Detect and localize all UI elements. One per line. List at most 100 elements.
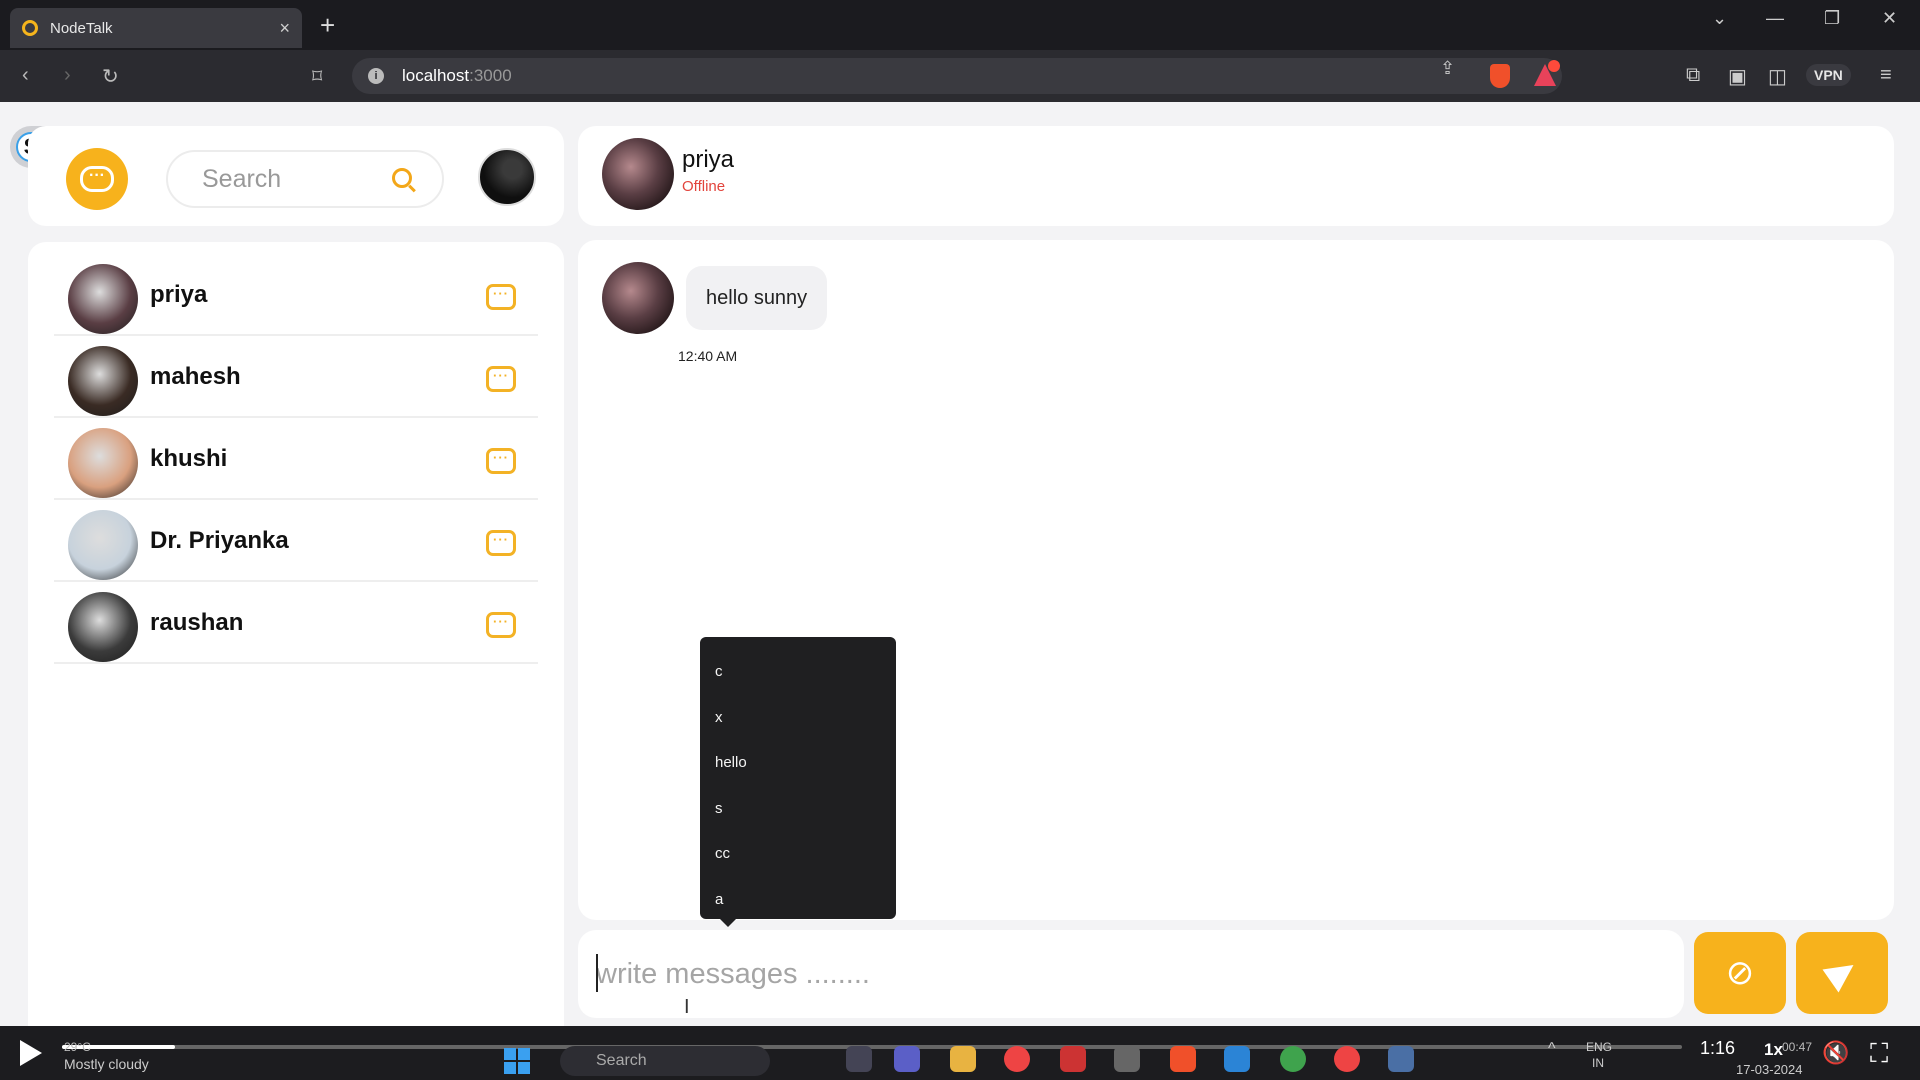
contact-list: priya ··· mahesh ··· khushi ··· Dr. Priyanka ··… (28, 242, 564, 1030)
bookmark-icon[interactable]: ⌑ (312, 64, 322, 89)
camera-icon[interactable] (1388, 1046, 1414, 1072)
chat-name: priya (682, 146, 735, 173)
menu-icon[interactable]: ≡ (1880, 64, 1892, 87)
brave-shield-icon[interactable] (1490, 64, 1510, 88)
video-player-bar: 29°C Mostly cloudy Search ^ ENG IN 1:16 … (0, 1026, 1920, 1080)
app-green-icon[interactable] (1280, 1046, 1306, 1072)
search-box (166, 150, 444, 208)
mute-icon[interactable]: 🔇 (1822, 1040, 1849, 1066)
share-icon[interactable]: ⇪ (1440, 58, 1455, 79)
url-port: :3000 (469, 66, 512, 85)
contact-name: khushi (150, 445, 228, 472)
taskbar-search[interactable]: Search (560, 1046, 770, 1076)
app-root: S ··· priya···mahesh···khushi···Dr. Priy… (0, 102, 1920, 1030)
weather-temp: 29°C (64, 1040, 91, 1054)
chat-icon[interactable]: ··· (486, 284, 516, 310)
sidebar-header: ··· (28, 126, 564, 226)
windows-start-icon[interactable] (504, 1048, 530, 1074)
chat-icon[interactable]: ··· (486, 530, 516, 556)
minimize-button[interactable]: — (1766, 8, 1784, 29)
contact-item[interactable]: priya ··· (54, 256, 538, 336)
browser-toolbar: ‹ › ↻ ⌑ i localhost :3000 ⇪ ⧉ ▣ ◫ VPN ≡ (0, 50, 1920, 102)
browser-tab[interactable]: NodeTalk × (10, 8, 302, 48)
teams-icon[interactable] (894, 1046, 920, 1072)
taskview-icon[interactable] (846, 1046, 872, 1072)
contact-name: raushan (150, 609, 244, 636)
search-input[interactable] (202, 164, 362, 194)
vscode-icon[interactable] (1224, 1046, 1250, 1072)
message-bubble: hello sunny (686, 266, 828, 330)
address-bar[interactable]: i localhost :3000 (352, 58, 1562, 94)
text-cursor-icon: I (684, 996, 690, 1018)
message-avatar (602, 262, 674, 334)
reload-icon[interactable]: ↻ (102, 64, 119, 89)
profile-avatar[interactable] (478, 148, 536, 206)
message-time: 12:40 AM (678, 348, 738, 364)
chat-avatar[interactable] (602, 138, 674, 210)
clock-time: 00:47 (1782, 1040, 1813, 1054)
extensions-icon[interactable]: ⧉ (1686, 64, 1700, 87)
autocomplete-item[interactable]: x (700, 695, 896, 741)
weather-text: Mostly cloudy (64, 1056, 149, 1072)
close-tab-icon[interactable]: × (279, 18, 290, 39)
vpn-button[interactable]: VPN (1806, 64, 1851, 86)
search-icon[interactable] (392, 168, 412, 188)
autocomplete-item[interactable]: s (700, 786, 896, 832)
back-icon[interactable]: ‹ (22, 64, 29, 87)
fullscreen-icon[interactable]: ⛶ (1870, 1038, 1888, 1070)
play-icon[interactable] (20, 1040, 42, 1066)
brave-icon[interactable] (1170, 1046, 1196, 1072)
tab-search-icon[interactable]: ⌄ (1712, 8, 1727, 29)
browser-tabbar: NodeTalk × + ⌄ — ❐ ✕ (0, 0, 1920, 50)
composer (578, 930, 1684, 1018)
sidebar-icon[interactable]: ▣ (1728, 64, 1747, 89)
tray-chevron-icon[interactable]: ^ (1548, 1040, 1556, 1058)
favicon-icon (22, 20, 38, 36)
contact-avatar (68, 592, 138, 662)
chrome-icon[interactable] (1004, 1046, 1030, 1072)
autocomplete-item[interactable]: a (700, 877, 896, 923)
wallet-icon[interactable]: ◫ (1768, 64, 1787, 89)
chat-icon[interactable]: ··· (486, 612, 516, 638)
notification-badge (1548, 60, 1560, 72)
send-button[interactable] (1796, 932, 1888, 1014)
autocomplete-dropdown: c x hello s cc a (700, 637, 896, 927)
playback-speed[interactable]: 1x (1764, 1040, 1783, 1060)
contact-name: priya (150, 281, 208, 308)
url-host: localhost (402, 66, 470, 85)
language-top[interactable]: ENG (1586, 1040, 1612, 1054)
autocomplete-item[interactable]: hello (700, 740, 896, 786)
tab-title: NodeTalk (50, 19, 113, 37)
paperclip-icon: ⊘ (1725, 954, 1755, 992)
chrome2-icon[interactable] (1334, 1046, 1360, 1072)
contact-item[interactable]: mahesh ··· (54, 338, 538, 418)
text-caret (596, 954, 598, 992)
chat-icon[interactable]: ··· (486, 366, 516, 392)
store-icon[interactable] (1114, 1046, 1140, 1072)
new-tab-button[interactable]: + (320, 10, 335, 41)
chat-bubble-icon: ··· (80, 166, 114, 192)
app-icon[interactable] (1060, 1046, 1086, 1072)
restore-button[interactable]: ❐ (1824, 8, 1840, 29)
close-window-button[interactable]: ✕ (1882, 8, 1897, 29)
chat-icon[interactable]: ··· (486, 448, 516, 474)
folder-icon[interactable] (950, 1046, 976, 1072)
app-logo[interactable]: ··· (66, 148, 128, 210)
progress-bar[interactable] (62, 1045, 1682, 1049)
video-time: 1:16 (1700, 1038, 1736, 1058)
contact-item[interactable]: raushan ··· (54, 584, 538, 664)
autocomplete-item[interactable]: c (700, 649, 896, 695)
message-input[interactable] (596, 952, 1656, 996)
contact-item[interactable]: khushi ··· (54, 420, 538, 500)
contact-item[interactable]: Dr. Priyanka ··· (54, 502, 538, 582)
forward-icon[interactable]: › (64, 64, 71, 87)
autocomplete-item[interactable]: cc (700, 831, 896, 877)
send-icon (1822, 953, 1862, 993)
chat-status: Offline (682, 178, 726, 195)
contact-name: Dr. Priyanka (150, 527, 289, 554)
chat-header: priya Offline (578, 126, 1894, 226)
dropdown-pointer (720, 919, 736, 927)
attach-button[interactable]: ⊘ (1694, 932, 1786, 1014)
site-info-icon[interactable]: i (368, 68, 384, 84)
contact-avatar (68, 510, 138, 580)
